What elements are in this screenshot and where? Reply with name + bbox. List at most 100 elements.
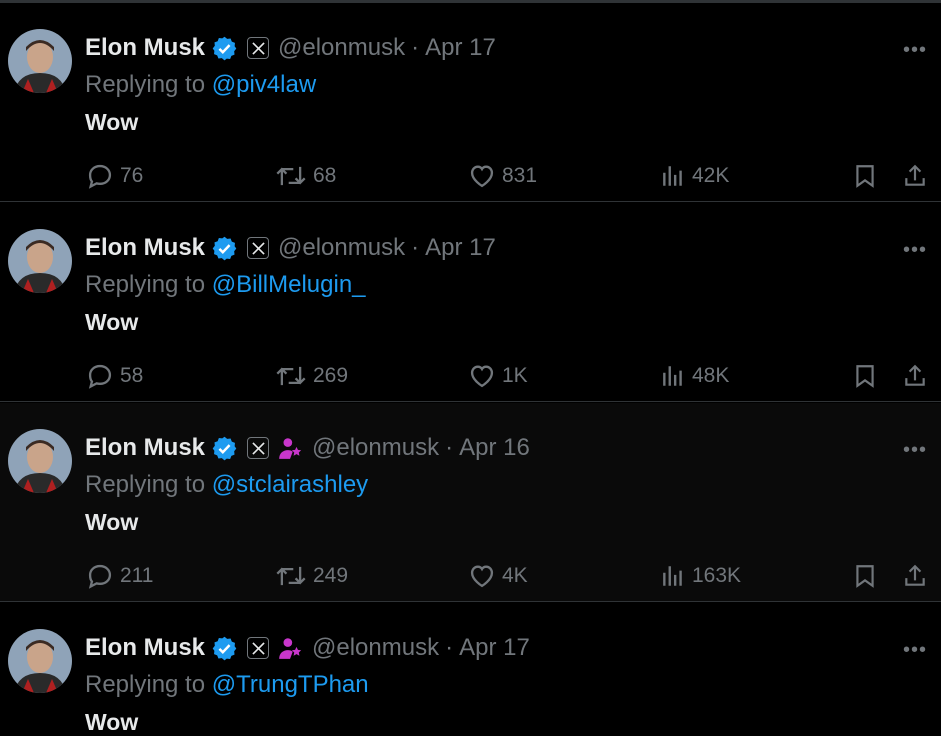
retweet-button[interactable]: 68 <box>275 161 336 191</box>
tweet-text: Wow <box>85 109 139 135</box>
retweet-button[interactable]: 269 <box>275 361 348 391</box>
more-icon[interactable]: ••• <box>903 239 927 262</box>
x-logo-icon[interactable] <box>247 637 270 659</box>
views-button[interactable]: 163K <box>660 561 741 591</box>
views-button[interactable]: 48K <box>660 361 729 391</box>
avatar[interactable] <box>8 629 72 693</box>
share-icon <box>905 164 925 186</box>
bookmark-button[interactable] <box>852 161 884 191</box>
reply-icon <box>88 364 112 389</box>
tweet[interactable]: Elon Musk @elonmusk · Apr 17 ••• Replyin… <box>0 203 941 402</box>
like-icon <box>470 565 494 588</box>
bookmark-icon <box>856 365 874 388</box>
views-icon <box>663 166 682 186</box>
bookmark-button[interactable] <box>852 561 884 591</box>
views-icon <box>663 566 682 586</box>
share-button[interactable] <box>902 161 934 191</box>
reply-button[interactable]: 211 <box>86 561 153 591</box>
separator-dot: · <box>445 634 454 661</box>
retweet-count: 68 <box>313 164 337 187</box>
separator-dot: · <box>411 34 420 61</box>
tweet-text: Wow <box>85 309 139 335</box>
author-handle[interactable]: @elonmusk <box>278 34 405 62</box>
verified-badge-icon <box>212 236 237 260</box>
tweet-date[interactable]: Apr 17 <box>425 34 496 62</box>
affiliate-icon[interactable] <box>277 435 303 461</box>
affiliate-icon[interactable] <box>277 635 303 661</box>
like-count: 1K <box>502 364 528 387</box>
tweet[interactable]: Elon Musk @elonmusk · Apr 17 ••• Replyin… <box>0 3 941 202</box>
share-icon <box>905 564 925 586</box>
reply-count: 58 <box>120 364 144 387</box>
bookmark-icon <box>856 165 874 188</box>
reply-icon <box>88 164 112 189</box>
author-handle[interactable]: @elonmusk <box>312 434 439 462</box>
author-handle[interactable]: @elonmusk <box>312 634 439 662</box>
author-name[interactable]: Elon Musk <box>85 634 205 662</box>
reply-icon <box>88 564 112 589</box>
retweet-icon <box>276 166 306 186</box>
replying-to: Replying to @stclairashley <box>85 471 368 499</box>
reply-mention[interactable]: @TrungTPhan <box>212 671 369 698</box>
share-button[interactable] <box>902 561 934 591</box>
like-count: 4K <box>502 564 528 587</box>
bookmark-icon <box>856 565 874 588</box>
views-button[interactable]: 42K <box>660 161 729 191</box>
reply-mention[interactable]: @stclairashley <box>212 471 368 498</box>
more-icon[interactable]: ••• <box>903 39 927 62</box>
reply-count: 211 <box>120 564 154 587</box>
like-button[interactable]: 4K <box>468 561 528 591</box>
like-button[interactable]: 1K <box>468 361 528 391</box>
verified-badge-icon <box>212 436 237 460</box>
bookmark-button[interactable] <box>852 361 884 391</box>
retweet-count: 269 <box>313 364 349 387</box>
avatar[interactable] <box>8 229 72 293</box>
author-handle[interactable]: @elonmusk <box>278 234 405 262</box>
retweet-button[interactable]: 249 <box>275 561 348 591</box>
tweet-date[interactable]: Apr 17 <box>425 234 496 262</box>
reply-mention[interactable]: @piv4law <box>212 71 316 98</box>
tweet-text: Wow <box>85 709 139 735</box>
more-icon[interactable]: ••• <box>903 639 927 662</box>
replying-to: Replying to @TrungTPhan <box>85 671 369 699</box>
tweet-date[interactable]: Apr 16 <box>459 434 530 462</box>
more-icon[interactable]: ••• <box>903 439 927 462</box>
like-icon <box>470 365 494 388</box>
like-icon <box>470 165 494 188</box>
author-name[interactable]: Elon Musk <box>85 434 205 462</box>
views-count: 163K <box>692 564 742 587</box>
views-count: 48K <box>692 364 730 387</box>
retweet-count: 249 <box>313 564 349 587</box>
x-logo-icon[interactable] <box>247 37 270 59</box>
share-icon <box>905 364 925 386</box>
share-button[interactable] <box>902 361 934 391</box>
tweet-text: Wow <box>85 509 139 535</box>
avatar[interactable] <box>8 29 72 93</box>
avatar[interactable] <box>8 429 72 493</box>
like-count: 831 <box>502 164 538 187</box>
separator-dot: · <box>445 434 454 461</box>
replying-to: Replying to @piv4law <box>85 71 316 99</box>
author-name[interactable]: Elon Musk <box>85 34 205 62</box>
replying-to-label: Replying to <box>85 271 206 298</box>
x-logo-icon[interactable] <box>247 437 270 459</box>
replying-to-label: Replying to <box>85 671 206 698</box>
replying-to-label: Replying to <box>85 71 206 98</box>
reply-button[interactable]: 76 <box>86 161 143 191</box>
retweet-icon <box>276 566 306 586</box>
tweet[interactable]: Elon Musk @elonmusk · Apr 17 ••• Replyin… <box>0 603 941 735</box>
reply-button[interactable]: 58 <box>86 361 143 391</box>
replying-to: Replying to @BillMelugin_ <box>85 271 366 299</box>
verified-badge-icon <box>212 36 237 60</box>
tweet[interactable]: Elon Musk @elonmusk · Apr 16 ••• Replyin… <box>0 403 941 602</box>
reply-mention[interactable]: @BillMelugin_ <box>212 271 366 298</box>
views-count: 42K <box>692 164 730 187</box>
separator-dot: · <box>411 234 420 261</box>
tweet-date[interactable]: Apr 17 <box>459 634 530 662</box>
verified-badge-icon <box>212 636 237 660</box>
retweet-icon <box>276 366 306 386</box>
x-logo-icon[interactable] <box>247 237 270 259</box>
author-name[interactable]: Elon Musk <box>85 234 205 262</box>
like-button[interactable]: 831 <box>468 161 537 191</box>
replying-to-label: Replying to <box>85 471 206 498</box>
